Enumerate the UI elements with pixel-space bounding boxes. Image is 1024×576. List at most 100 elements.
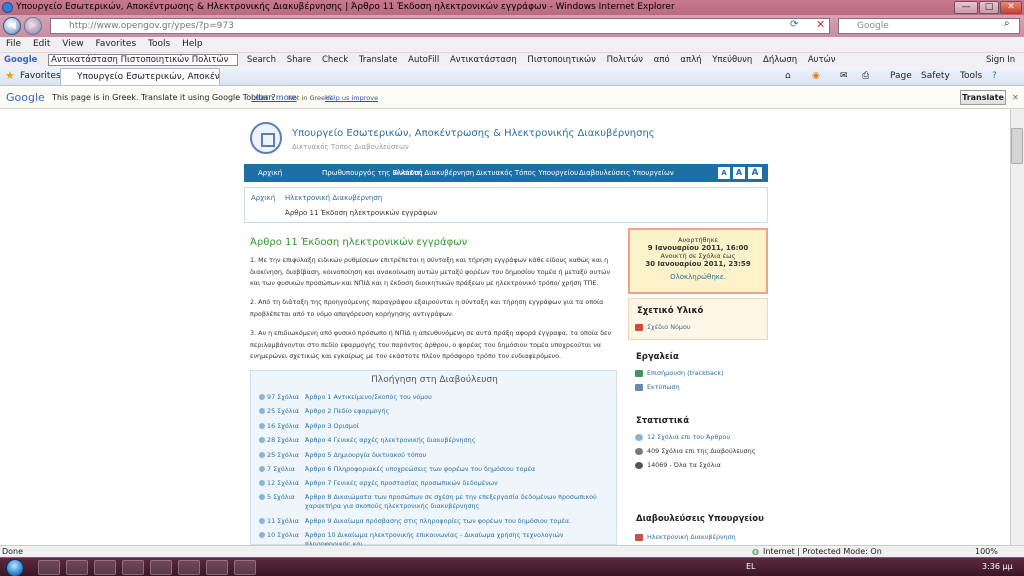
gt-term-5[interactable]: απλή	[680, 53, 701, 67]
nav-row-count[interactable]: 16 Σχόλια	[267, 422, 299, 431]
nav-row-title[interactable]: Άρθρο 6 Πληροφοριακές υποχρεώσεις των φο…	[305, 465, 610, 474]
gt-term-1[interactable]: Αντικατάσταση	[450, 53, 517, 67]
menu-tools[interactable]: Tools	[148, 39, 170, 49]
nav-row-count[interactable]: 97 Σχόλια	[267, 393, 299, 402]
translate-button[interactable]: Translate	[960, 90, 1006, 105]
nav-row-count[interactable]: 25 Σχόλια	[267, 407, 299, 416]
ministry-consultation-link[interactable]: Ηλεκτρονική Διακυβέρνηση	[635, 533, 736, 541]
stop-icon[interactable]: ✕	[816, 18, 825, 31]
forward-button[interactable]: ▶	[24, 17, 42, 35]
sign-in-link[interactable]: Sign In	[986, 53, 1016, 67]
menu-edit[interactable]: Edit	[33, 39, 50, 49]
translate-close-icon[interactable]: ✕	[1012, 87, 1019, 109]
nav-open-government[interactable]: Ανοικτή Διακυβέρνηση	[394, 164, 474, 182]
page-menu[interactable]: Page	[890, 67, 912, 85]
stat-article-label[interactable]: 12 Σχόλια επι του Άρθρου	[647, 433, 730, 441]
tools-menu[interactable]: Tools	[960, 67, 982, 85]
nav-home[interactable]: Αρχική	[258, 164, 282, 182]
menu-view[interactable]: View	[62, 39, 83, 49]
clock[interactable]: 3:36 μμ	[982, 562, 1013, 571]
app-taskbar-icon[interactable]	[94, 560, 116, 575]
font-size-medium[interactable]: A	[733, 167, 745, 179]
home-icon[interactable]: ⌂	[785, 67, 791, 85]
gt-term-7[interactable]: Δήλωση	[763, 53, 797, 67]
gt-term-4[interactable]: από	[654, 53, 670, 67]
gt-term-8[interactable]: Αυτών	[808, 53, 836, 67]
app-taskbar-icon[interactable]	[150, 560, 172, 575]
gt-term-6[interactable]: Υπεύθυνη	[712, 53, 752, 67]
gt-search[interactable]: Search	[247, 53, 276, 67]
app-taskbar-icon[interactable]	[122, 560, 144, 575]
print-label[interactable]: Εκτύπωση	[647, 383, 680, 391]
gt-autofill[interactable]: AutoFill	[408, 53, 439, 67]
feeds-icon[interactable]: ◉	[812, 67, 820, 85]
start-button[interactable]	[6, 559, 24, 576]
favorites-label[interactable]: Favorites	[20, 67, 61, 85]
google-toolbar-search[interactable]: Αντικατάσταση Πιστοποιητικών Πολιτών	[48, 53, 239, 66]
security-zone[interactable]: Internet | Protected Mode: On	[763, 546, 882, 557]
language-indicator[interactable]: EL	[746, 562, 756, 571]
font-size-large[interactable]: A	[748, 167, 762, 179]
breadcrumb-section[interactable]: Ηλεκτρονική Διακυβέρνηση	[285, 194, 382, 202]
nav-row-count[interactable]: 5 Σχόλια	[267, 493, 295, 502]
stat-article-comments[interactable]: 12 Σχόλια επι του Άρθρου	[635, 433, 730, 441]
trackback-label[interactable]: Επισήμανση (trackback)	[647, 369, 724, 377]
ministry-logo[interactable]	[250, 122, 282, 154]
nav-row-title[interactable]: Άρθρο 1 Αντικείμενο/Σκοπός του νόμου	[305, 393, 610, 402]
gt-translate[interactable]: Translate	[359, 53, 398, 67]
trackback-link[interactable]: Επισήμανση (trackback)	[635, 369, 724, 377]
gt-term-2[interactable]: Πιστοποιητικών	[527, 53, 595, 67]
nav-consultations[interactable]: Διαβουλεύσεις Υπουργείων	[579, 164, 674, 182]
menu-file[interactable]: File	[6, 39, 21, 49]
related-link[interactable]: Σχέδιο Νόμου	[635, 323, 691, 331]
vertical-scrollbar[interactable]	[1010, 109, 1024, 545]
nav-row-title[interactable]: Άρθρο 8 Δικαιώματα των προσώπων σε σχέση…	[305, 493, 610, 511]
search-icon[interactable]: ⌕	[1004, 18, 1010, 29]
back-button[interactable]: ◀	[3, 17, 21, 35]
favorites-star-icon[interactable]: ★	[5, 67, 15, 85]
close-button[interactable]: ✕	[1000, 1, 1022, 14]
ie-taskbar-icon[interactable]	[38, 560, 60, 575]
nav-row-count[interactable]: 25 Σχόλια	[267, 451, 299, 460]
refresh-icon[interactable]: ⟳	[790, 19, 798, 30]
app-taskbar-icon[interactable]	[206, 560, 228, 575]
maximize-button[interactable]: □	[979, 1, 999, 14]
nav-row-count[interactable]: 11 Σχόλια	[267, 517, 299, 526]
help-improve-link[interactable]: Help us improve	[325, 87, 378, 109]
browser-tab[interactable]: Υπουργείο Εσωτερικών, Αποκέντρω...	[60, 68, 220, 85]
safety-menu[interactable]: Safety	[921, 67, 950, 85]
search-box[interactable]: Google	[838, 18, 1020, 34]
print-icon[interactable]: ⎙	[862, 67, 869, 85]
site-title[interactable]: Υπουργείο Εσωτερικών, Αποκέντρωσης & Ηλε…	[292, 128, 655, 139]
nav-row-title[interactable]: Άρθρο 5 Δημιουργία δικτυακού τόπου	[305, 451, 610, 460]
nav-row-count[interactable]: 28 Σχόλια	[267, 436, 299, 445]
nav-row-title[interactable]: Άρθρο 7 Γενικές αρχές προστασίας προσωπι…	[305, 479, 610, 488]
mail-icon[interactable]: ✉	[840, 67, 848, 85]
gt-share[interactable]: Share	[287, 53, 312, 67]
font-size-small[interactable]: A	[718, 167, 730, 179]
nav-ministry-site[interactable]: Δικτυακός Τόπος Υπουργείου	[476, 164, 578, 182]
print-link[interactable]: Εκτύπωση	[635, 383, 680, 391]
zoom-level[interactable]: 100%	[975, 546, 998, 557]
nav-row-title[interactable]: Άρθρο 9 Δικαίωμα πρόσβασης στις πληροφορ…	[305, 517, 610, 526]
explorer-taskbar-icon[interactable]	[66, 560, 88, 575]
nav-row-count[interactable]: 12 Σχόλια	[267, 479, 299, 488]
skype-taskbar-icon[interactable]	[178, 560, 200, 575]
nav-row-title[interactable]: Άρθρο 4 Γενικές αρχές ηλεκτρονικής διακυ…	[305, 436, 610, 445]
address-bar[interactable]: http://www.opengov.gr/ypes/?p=973	[50, 18, 830, 34]
nav-row-title[interactable]: Άρθρο 3 Ορισμοί	[305, 422, 610, 431]
gt-term-3[interactable]: Πολιτών	[607, 53, 643, 67]
gt-check[interactable]: Check	[322, 53, 348, 67]
related-link-label[interactable]: Σχέδιο Νόμου	[647, 323, 691, 331]
nav-row-count[interactable]: 7 Σχόλια	[267, 465, 295, 474]
breadcrumb-home[interactable]: Αρχική	[251, 194, 275, 202]
nav-row-title[interactable]: Άρθρο 2 Πεδίο εφαρμογής	[305, 407, 610, 416]
scrollbar-thumb[interactable]	[1011, 128, 1023, 164]
menu-help[interactable]: Help	[182, 39, 203, 49]
nav-row-count[interactable]: 10 Σχόλια	[267, 531, 299, 540]
app-taskbar-icon[interactable]	[234, 560, 256, 575]
help-icon[interactable]: ?	[992, 67, 997, 85]
ministry-consultation-label[interactable]: Ηλεκτρονική Διακυβέρνηση	[647, 533, 736, 541]
menu-favorites[interactable]: Favorites	[95, 39, 136, 49]
minimize-button[interactable]: —	[954, 1, 978, 14]
